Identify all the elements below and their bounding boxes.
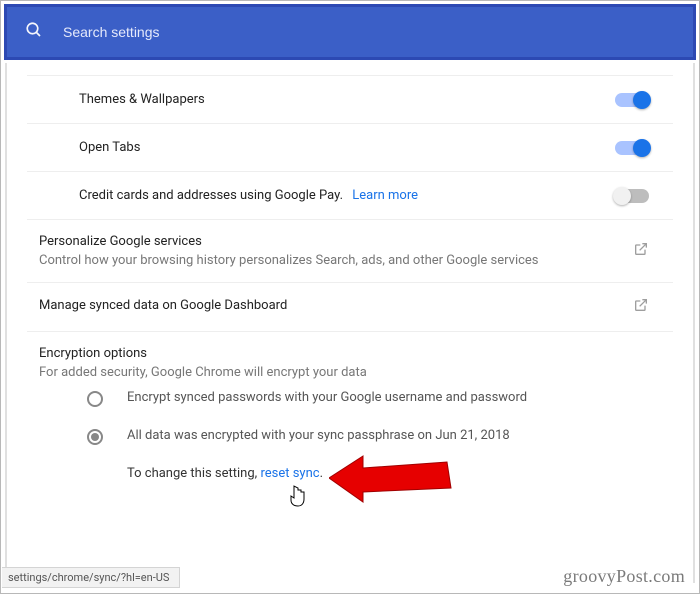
personalize-title: Personalize Google services: [39, 234, 633, 249]
radio-selected-icon: [87, 429, 103, 445]
encryption-option-2[interactable]: All data was encrypted with your sync pa…: [87, 428, 649, 444]
dashboard-title: Manage synced data on Google Dashboard: [39, 298, 633, 313]
row-google-pay: Credit cards and addresses using Google …: [27, 172, 673, 220]
toggle-google-pay[interactable]: [615, 189, 649, 203]
search-bar-inner: [17, 21, 683, 43]
toggle-themes[interactable]: [615, 93, 649, 107]
external-link-icon: [633, 297, 649, 317]
section-dashboard-text: Manage synced data on Google Dashboard: [39, 298, 633, 317]
external-link-icon: [633, 241, 649, 261]
encryption-sub: For added security, Google Chrome will e…: [39, 365, 649, 380]
search-icon: [25, 21, 43, 43]
section-encryption: Encryption options For added security, G…: [27, 332, 673, 487]
toggle-open-tabs[interactable]: [615, 141, 649, 155]
sync-panel: Themes & Wallpapers Open Tabs Credit car…: [27, 75, 673, 487]
section-personalize[interactable]: Personalize Google services Control how …: [27, 220, 673, 283]
row-label-themes: Themes & Wallpapers: [79, 92, 615, 107]
encryption-title: Encryption options: [39, 346, 649, 361]
watermark: groovyPost.com: [563, 566, 685, 587]
reset-suffix: .: [320, 466, 323, 481]
status-text: settings/chrome/sync/?hl=en-US: [8, 571, 169, 584]
row-label-google-pay: Credit cards and addresses using Google …: [79, 188, 615, 203]
search-input[interactable]: [63, 24, 675, 40]
row-themes: Themes & Wallpapers: [27, 75, 673, 124]
settings-content: Themes & Wallpapers Open Tabs Credit car…: [5, 63, 695, 583]
reset-sync-line: To change this setting, reset sync.: [39, 466, 649, 481]
row-open-tabs: Open Tabs: [27, 124, 673, 172]
encryption-option-1-label: Encrypt synced passwords with your Googl…: [127, 390, 527, 405]
reset-prefix: To change this setting,: [127, 466, 260, 481]
personalize-sub: Control how your browsing history person…: [39, 253, 633, 268]
row-label-open-tabs: Open Tabs: [79, 140, 615, 155]
encryption-option-2-label: All data was encrypted with your sync pa…: [127, 428, 510, 443]
status-bar: settings/chrome/sync/?hl=en-US: [2, 567, 180, 588]
section-personalize-text: Personalize Google services Control how …: [39, 234, 633, 268]
encryption-option-1[interactable]: Encrypt synced passwords with your Googl…: [87, 390, 649, 406]
learn-more-link[interactable]: Learn more: [352, 188, 418, 203]
radio-icon: [87, 391, 103, 407]
section-dashboard[interactable]: Manage synced data on Google Dashboard: [27, 283, 673, 332]
row-text-google-pay: Credit cards and addresses using Google …: [79, 188, 343, 203]
reset-sync-link[interactable]: reset sync: [260, 466, 319, 481]
encryption-radio-group: Encrypt synced passwords with your Googl…: [39, 380, 649, 444]
search-bar: [4, 4, 696, 60]
